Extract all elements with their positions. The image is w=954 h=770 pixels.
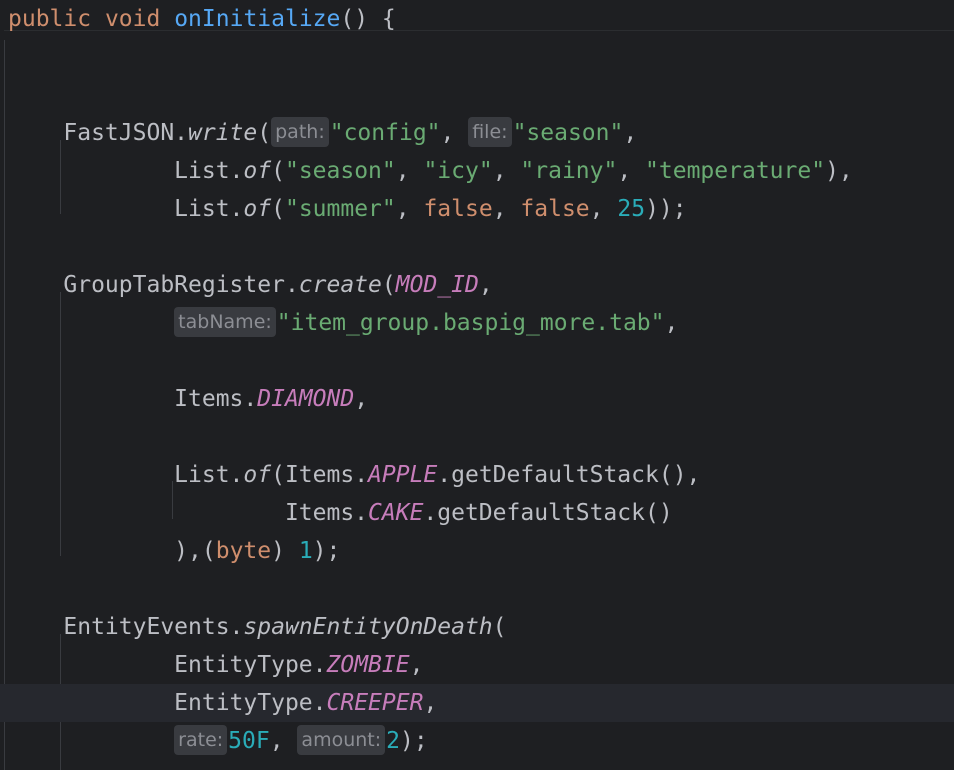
number-literal-token: 50F: [228, 728, 270, 754]
code-line[interactable]: public void onInitialize() {: [0, 0, 954, 38]
code-text-token: .getDefaultStack(): [423, 500, 673, 526]
constant-token: MOD_ID: [395, 272, 479, 298]
keyword-token: false: [423, 196, 493, 222]
code-text-token: FastJSON.: [8, 120, 189, 146]
code-text-token: ,: [423, 690, 438, 716]
code-text-token: List.: [8, 196, 244, 222]
string-literal-token: "icy": [423, 158, 493, 184]
string-literal-token: "item_group.baspig_more.tab": [276, 310, 665, 336]
code-line[interactable]: [0, 418, 954, 456]
code-line[interactable]: FastJSON.write(path: "config", file: "seas…: [0, 114, 954, 152]
code-text-token: Items.: [8, 386, 258, 412]
static-call-token: of: [243, 158, 272, 184]
static-call-token: of: [243, 462, 272, 488]
number-literal-token: 2: [386, 728, 400, 754]
code-text-token: ,: [492, 196, 521, 222]
code-line-current[interactable]: EntityType.CREEPER,: [0, 684, 954, 722]
code-editor[interactable]: public void onInitialize() { FastJSON.wr…: [0, 0, 954, 770]
code-line[interactable]: [0, 76, 954, 114]
code-text-token: (: [492, 614, 507, 640]
code-text-token: );: [400, 728, 428, 754]
constant-token: CAKE: [368, 500, 424, 526]
code-text-token: ,: [617, 158, 646, 184]
code-text-token: List.: [8, 462, 244, 488]
code-line[interactable]: EntityType.ZOMBIE,: [0, 646, 954, 684]
code-text-token: ),(: [8, 538, 216, 564]
code-line[interactable]: List.of("summer", false, false, 25));: [0, 190, 954, 228]
code-line[interactable]: rate: 50F, amount: 2);: [0, 722, 954, 760]
code-text-token: (: [257, 120, 272, 146]
code-text-token: ,: [354, 386, 369, 412]
code-line[interactable]: [0, 38, 954, 76]
number-literal-token: 25: [617, 196, 646, 222]
string-literal-token: "season": [284, 158, 396, 184]
string-literal-token: "season": [512, 120, 624, 146]
string-literal-token: "config": [329, 120, 441, 146]
constant-token: APPLE: [368, 462, 438, 488]
code-line[interactable]: Items.DIAMOND,: [0, 380, 954, 418]
code-text-token: EntityEvents.: [8, 614, 244, 640]
code-text-token: ));: [645, 196, 687, 222]
code-text-token: ,: [664, 310, 679, 336]
code-text-token: EntityType.: [8, 652, 327, 678]
code-text-token: ,: [440, 120, 469, 146]
code-text-token: (: [271, 196, 285, 222]
code-text-token: Items.: [8, 500, 369, 526]
code-text-token: ,: [623, 120, 638, 146]
static-call-token: create: [298, 272, 382, 298]
code-line[interactable]: tabName: "item_group.baspig_more.tab",: [0, 304, 954, 342]
code-text-token: ): [271, 538, 299, 564]
static-call-token: write: [188, 120, 258, 146]
keyword-token: void: [104, 6, 161, 32]
code-line[interactable]: [0, 228, 954, 266]
code-text-token: ,: [589, 196, 618, 222]
code-text-token: () {: [340, 6, 396, 32]
parameter-hint: path:: [271, 117, 329, 147]
code-text-token: (: [271, 158, 285, 184]
code-text-token: ,: [492, 158, 521, 184]
string-literal-token: "temperature": [645, 158, 826, 184]
number-literal-token: 1: [298, 538, 313, 564]
constant-token: DIAMOND: [257, 386, 355, 412]
code-text-token: ,: [478, 272, 493, 298]
code-text-token: ,: [409, 652, 424, 678]
code-line[interactable]: Items.CAKE.getDefaultStack(): [0, 494, 954, 532]
code-line[interactable]: GroupTabRegister.create(MOD_ID,: [0, 266, 954, 304]
parameter-hint: rate:: [174, 725, 228, 755]
string-literal-token: "summer": [284, 196, 396, 222]
parameter-hint: file:: [468, 117, 512, 147]
static-call-token: spawnEntityOnDeath: [243, 614, 493, 640]
keyword-token: byte: [215, 538, 272, 564]
code-line[interactable]: EntityEvents.spawnEntityOnDeath(: [0, 608, 954, 646]
parameter-hint: amount:: [297, 725, 386, 755]
code-text-token: );: [312, 538, 341, 564]
code-text-token: GroupTabRegister.: [8, 272, 299, 298]
constant-token: CREEPER: [326, 690, 424, 716]
code-line[interactable]: List.of(Items.APPLE.getDefaultStack(),: [0, 456, 954, 494]
code-text-token: ,: [395, 196, 424, 222]
code-line[interactable]: [0, 342, 954, 380]
code-text-token: ),: [825, 158, 853, 184]
keyword-token: false: [520, 196, 590, 222]
code-text-token: .getDefaultStack(),: [437, 462, 701, 488]
constant-token: ZOMBIE: [326, 652, 410, 678]
code-line[interactable]: ),(byte) 1);: [0, 532, 954, 570]
code-text-token: EntityType.: [8, 690, 327, 716]
string-literal-token: "rainy": [520, 158, 618, 184]
code-line[interactable]: [0, 570, 954, 608]
code-text-token: ,: [395, 158, 424, 184]
parameter-hint: tabName:: [174, 307, 276, 337]
static-call-token: of: [243, 196, 272, 222]
code-text-token: (Items.: [271, 462, 369, 488]
code-line[interactable]: List.of("season", "icy", "rainy", "tempe…: [0, 152, 954, 190]
method-name-token: onInitialize: [174, 6, 341, 32]
code-text-token: List.: [8, 158, 244, 184]
code-text-token: (: [381, 272, 396, 298]
code-text-token: ,: [269, 728, 298, 754]
keyword-token: public: [8, 6, 92, 32]
